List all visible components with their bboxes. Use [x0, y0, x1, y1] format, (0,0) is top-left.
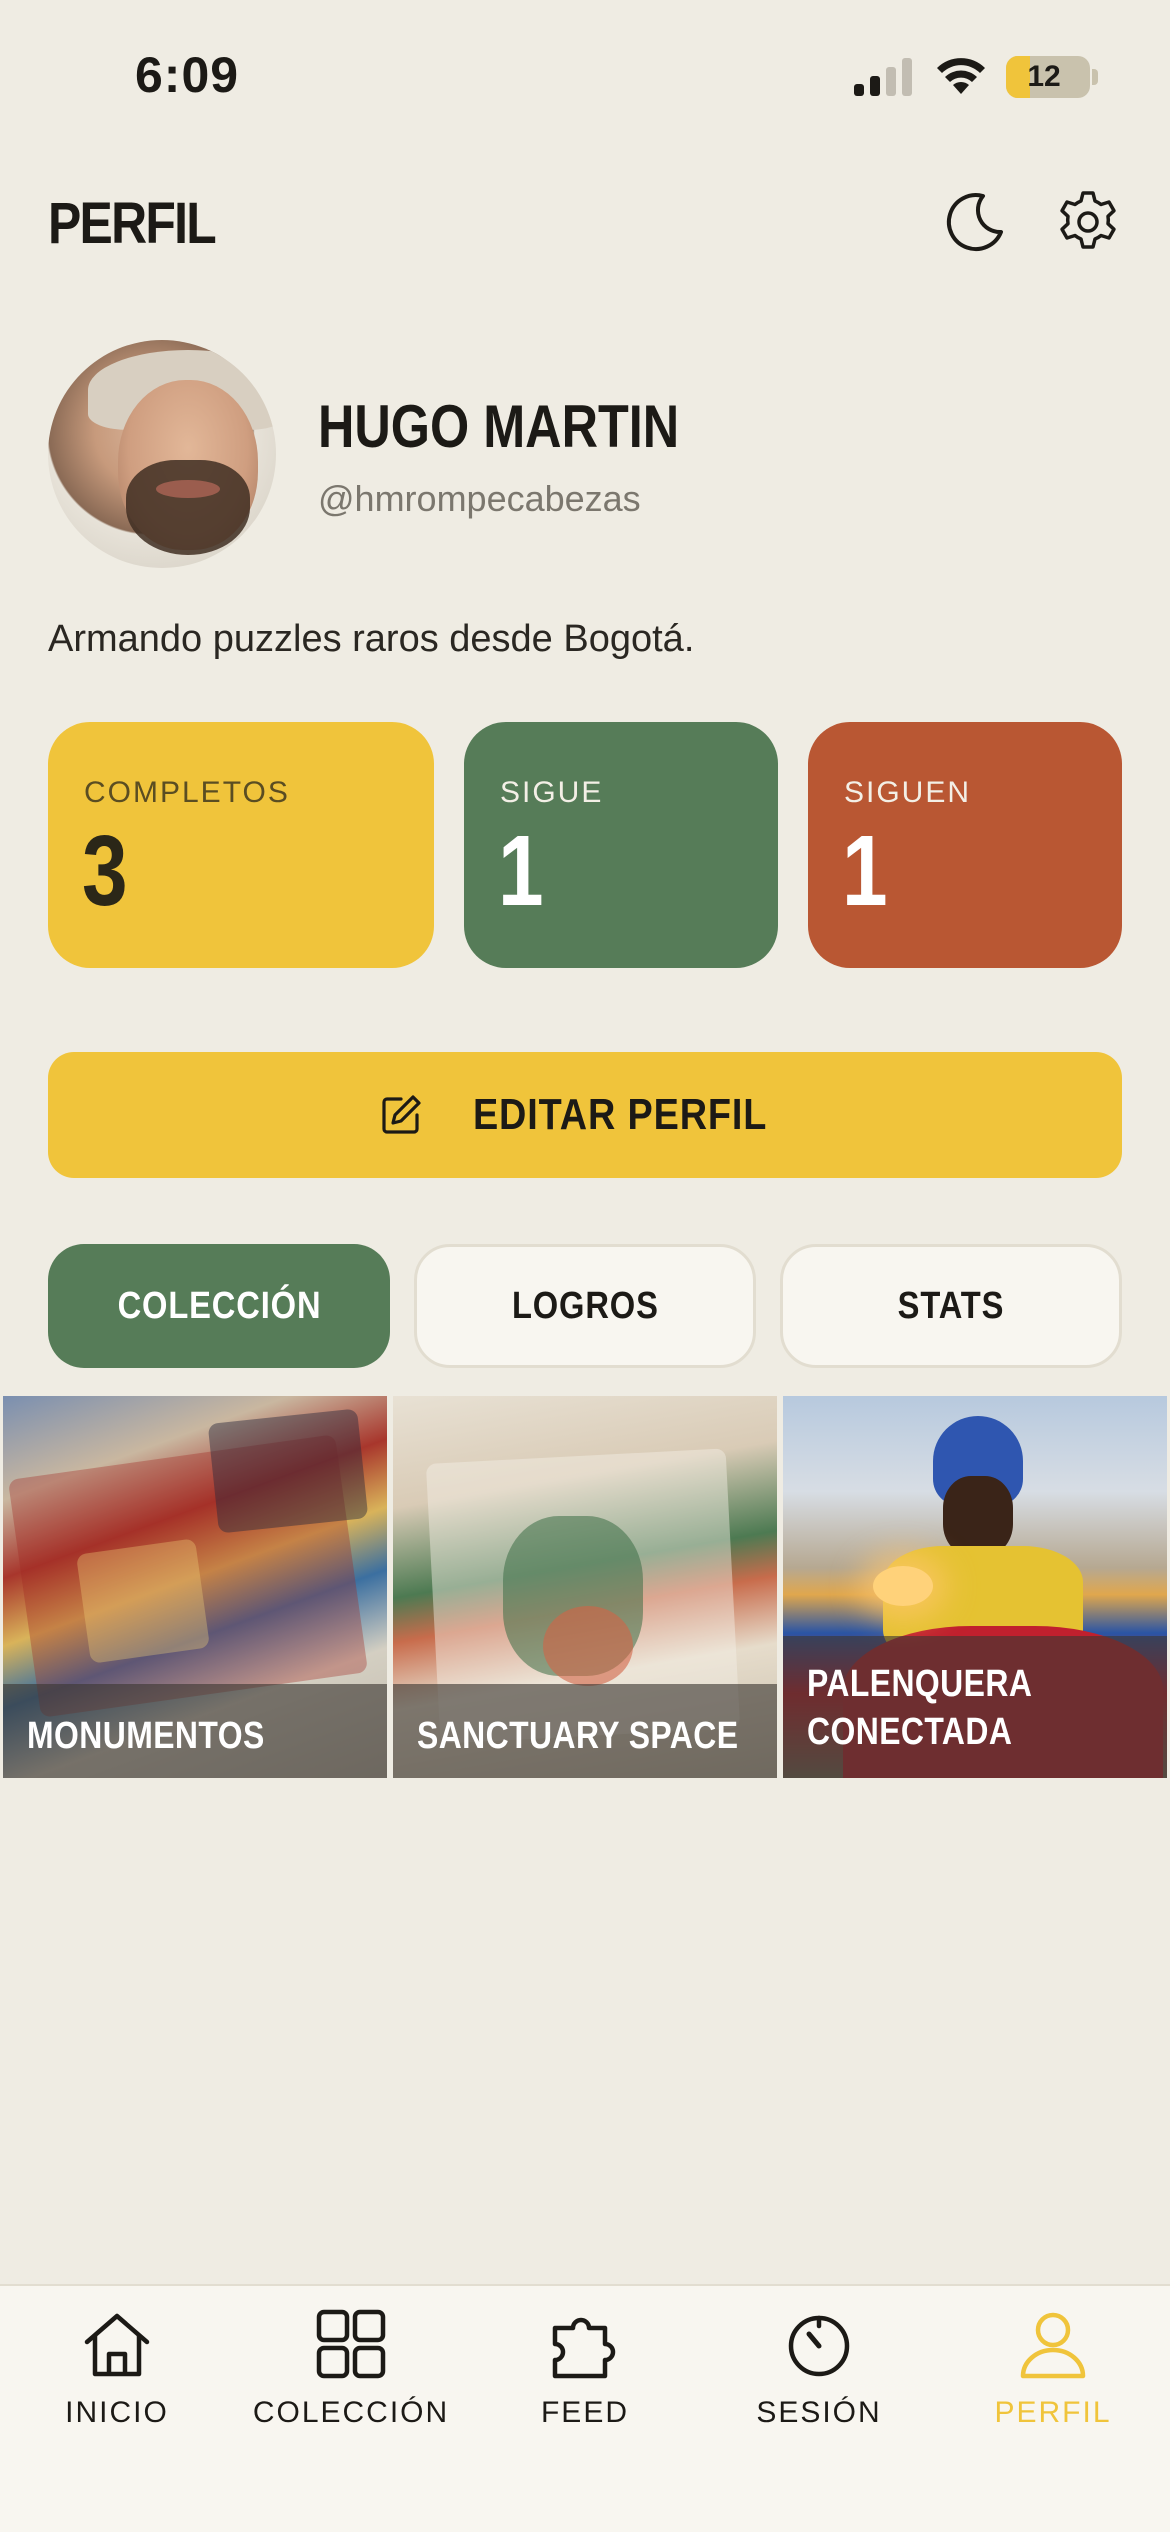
nav-item-inicio[interactable]: INICIO [0, 2306, 234, 2456]
puzzle-title: SANCTUARY SPACE [417, 1715, 739, 1757]
moon-icon [946, 193, 1003, 251]
puzzle-card-sanctuary-space[interactable]: SANCTUARY SPACE [393, 1396, 777, 1778]
timer-icon [788, 2315, 850, 2377]
battery-icon: 12 [1006, 56, 1090, 98]
puzzle-piece-icon [552, 2317, 616, 2379]
stat-value: 1 [842, 815, 888, 927]
puzzle-caption: SANCTUARY SPACE [393, 1684, 777, 1778]
tab-label: LOGROS [511, 1284, 659, 1327]
nav-item-perfil[interactable]: PERFIL [936, 2306, 1170, 2456]
user-icon [1020, 2312, 1086, 2379]
settings-button[interactable] [1048, 182, 1128, 262]
stat-label: COMPLETOS [84, 776, 290, 809]
stat-following-card[interactable]: SIGUE 1 [464, 722, 778, 968]
edit-icon [382, 1095, 421, 1134]
nav-label: SESIÓN [756, 2396, 882, 2429]
home-icon [84, 2313, 150, 2377]
puzzle-caption: PALENQUERA CONECTADA [783, 1636, 1167, 1778]
tab-label: COLECCIÓN [117, 1284, 321, 1327]
puzzle-caption: MONUMENTOS [3, 1684, 387, 1778]
puzzle-card-monumentos[interactable]: MONUMENTOS [3, 1396, 387, 1778]
puzzle-title: MONUMENTOS [27, 1715, 265, 1757]
user-name: HUGO MARTIN [318, 393, 680, 460]
nav-label: PERFIL [994, 2396, 1112, 2429]
nav-item-coleccion[interactable]: COLECCIÓN [234, 2306, 468, 2456]
stat-followers-card[interactable]: SIGUEN 1 [808, 722, 1122, 968]
battery-level: 12 [1027, 60, 1061, 93]
dark-mode-button[interactable] [935, 182, 1015, 262]
stat-completed-card[interactable]: COMPLETOS 3 [48, 722, 434, 968]
stat-label: SIGUE [500, 776, 604, 809]
grid-icon [316, 2309, 386, 2379]
edit-profile-label: EDITAR PERFIL [472, 1090, 768, 1139]
edit-profile-button[interactable]: EDITAR PERFIL [48, 1052, 1122, 1178]
page-title: PERFIL [48, 191, 217, 256]
nav-label: INICIO [65, 2396, 169, 2429]
puzzle-title: CONECTADA [807, 1711, 1013, 1753]
stat-value: 3 [82, 815, 128, 927]
wifi-icon [937, 58, 985, 94]
nav-item-sesion[interactable]: SESIÓN [702, 2306, 936, 2456]
tab-collection[interactable]: COLECCIÓN [48, 1244, 390, 1368]
tab-achievements[interactable]: LOGROS [414, 1244, 756, 1368]
stat-value: 1 [498, 815, 544, 927]
status-time: 6:09 [135, 47, 240, 103]
nav-item-feed[interactable]: FEED [468, 2306, 702, 2456]
nav-label: COLECCIÓN [252, 2396, 450, 2429]
tab-stats[interactable]: STATS [780, 1244, 1122, 1368]
puzzle-card-palenquera-conectada[interactable]: PALENQUERA CONECTADA [783, 1396, 1167, 1778]
gear-icon [1060, 191, 1116, 249]
cellular-signal-icon [854, 58, 912, 96]
stat-label: SIGUEN [844, 776, 972, 809]
user-bio: Armando puzzles raros desde Bogotá. [48, 618, 695, 660]
nav-label: FEED [540, 2396, 629, 2429]
puzzle-title: PALENQUERA [807, 1663, 1033, 1705]
bottom-nav: INICIO COLECCIÓN FEED SESIÓN PERFIL [0, 2284, 1170, 2532]
status-bar: 6:09 12 [0, 0, 1170, 150]
user-handle: @hmrompecabezas [318, 478, 641, 519]
tab-label: STATS [897, 1284, 1005, 1327]
avatar[interactable] [48, 340, 276, 568]
